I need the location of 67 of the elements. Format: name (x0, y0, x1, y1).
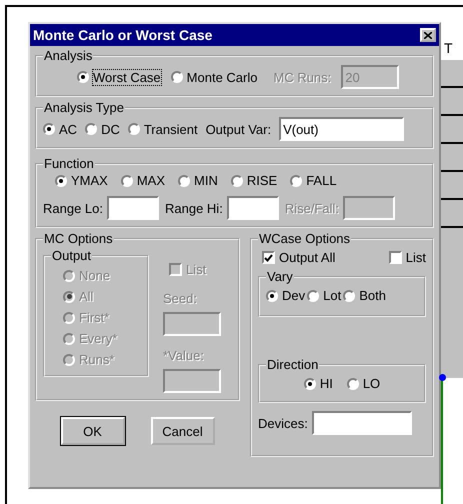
radio-label: Dev (282, 288, 306, 303)
dialog-button[interactable]: Cancel (150, 417, 214, 445)
radio-button[interactable] (43, 123, 55, 135)
group-label: Output (51, 248, 92, 263)
field-label: Devices: (258, 416, 308, 430)
radio-button[interactable] (170, 71, 183, 83)
checkbox-label: Output All (279, 250, 336, 265)
window-title: Monte Carlo or Worst Case (33, 27, 212, 43)
radio-button[interactable] (120, 174, 133, 186)
dialog-button[interactable]: OK (60, 417, 124, 445)
radio-button[interactable] (178, 174, 190, 186)
close-button[interactable] (420, 28, 436, 42)
radio-label: LO (362, 376, 380, 391)
radio-button[interactable] (290, 174, 302, 186)
radio-label: MIN (194, 173, 218, 188)
radio-label: AC (59, 122, 78, 136)
checkbox[interactable] (388, 251, 402, 264)
field-label: MC Runs: (273, 70, 332, 84)
field-label: Seed: (163, 291, 198, 306)
field-label: Range Lo: (43, 200, 103, 216)
radio-label: FALL (306, 173, 337, 188)
range-field[interactable] (226, 196, 279, 220)
field-label: *Value: (163, 348, 205, 363)
radio-label: All (79, 289, 94, 304)
radio-label: Monte Carlo (186, 70, 258, 84)
checkbox-label: List (406, 250, 426, 265)
radio-label: YMAX (71, 173, 108, 188)
close-icon (424, 32, 432, 38)
radio-label: None (79, 268, 110, 283)
radio-button[interactable] (77, 71, 89, 83)
radio-button[interactable] (85, 123, 98, 135)
group-label: Function (43, 156, 95, 171)
checkbox[interactable] (262, 251, 275, 264)
radio-label: MAX (136, 173, 166, 188)
radio-button[interactable] (346, 378, 359, 390)
radio-label: Worst Case (93, 70, 161, 84)
field-label: Rise/Fall: (284, 200, 339, 216)
radio-label: Lot (323, 288, 342, 303)
output-var-field[interactable]: V(out) (279, 117, 404, 141)
group-label: MC Options (43, 231, 114, 246)
radio-label: RISE (246, 173, 278, 188)
group-label: Analysis (43, 48, 94, 63)
radio-button[interactable] (266, 290, 278, 302)
radio-label: HI (320, 376, 333, 391)
background-text: T (441, 25, 463, 60)
checkbox-label: List (186, 262, 206, 277)
plot-marker-icon (439, 374, 446, 381)
field-label: Range Hi: (165, 200, 223, 216)
radio-button[interactable] (55, 174, 67, 186)
radio-label: Transient (144, 122, 198, 136)
radio-button[interactable] (307, 290, 320, 302)
range-field[interactable] (107, 196, 159, 220)
radio-label: Both (359, 288, 386, 303)
radio-button[interactable] (128, 123, 140, 135)
field-label: Output Var: (206, 122, 272, 136)
radio-label: Runs* (79, 352, 114, 367)
group-label: Analysis Type (43, 100, 125, 115)
radio-button[interactable] (343, 290, 356, 302)
devices-field[interactable] (312, 411, 412, 435)
radio-label: Every* (79, 331, 118, 346)
radio-label: First* (79, 310, 110, 325)
radio-label: DC (101, 122, 120, 136)
radio-button[interactable] (230, 174, 243, 186)
group-label: Vary (266, 269, 294, 284)
group-label: Direction (266, 357, 320, 372)
group-label: WCase Options (258, 231, 352, 246)
radio-button[interactable] (304, 378, 316, 390)
